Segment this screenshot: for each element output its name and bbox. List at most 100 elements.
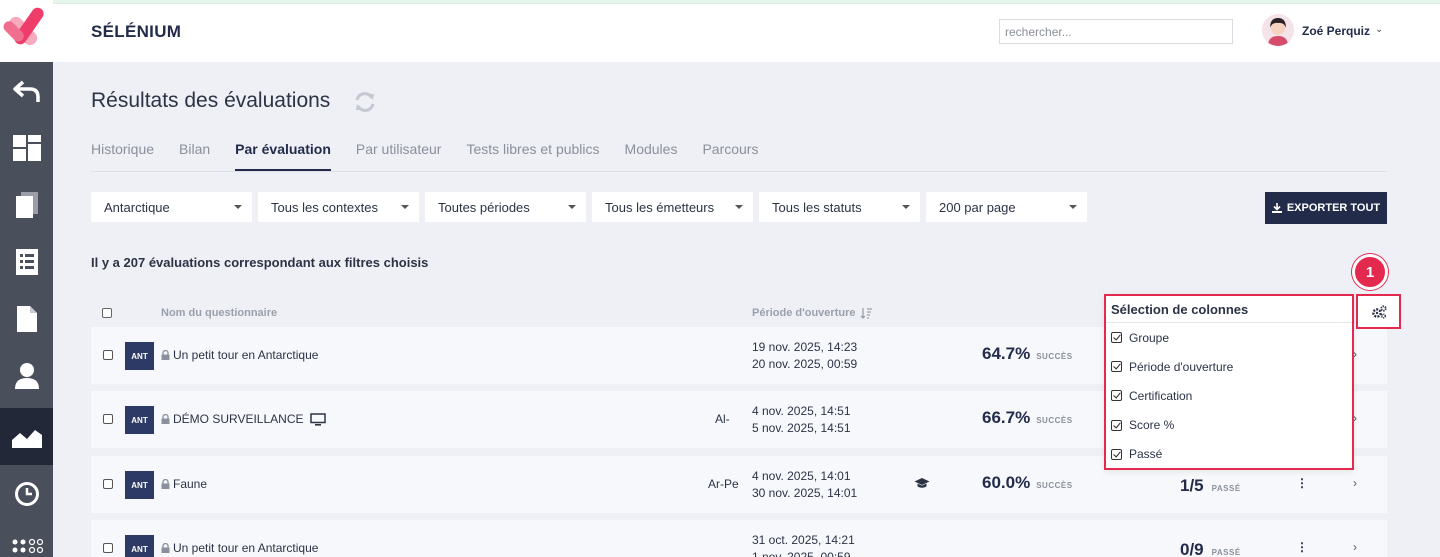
checkbox-checked-icon[interactable]	[1111, 361, 1122, 373]
tab-parcours[interactable]: Parcours	[702, 141, 758, 171]
chevron-right-icon[interactable]: ›	[1353, 476, 1357, 490]
filter-status-select[interactable]: Tous les statuts	[759, 192, 920, 222]
users-nav-item[interactable]	[0, 347, 53, 404]
search-input[interactable]	[999, 19, 1233, 44]
column-settings-button[interactable]	[1356, 294, 1401, 329]
context-badge: ANT	[125, 471, 154, 499]
user-name[interactable]: Zoé Perquiz	[1302, 24, 1370, 38]
monitor-icon	[310, 412, 327, 426]
tab-bilan[interactable]: Bilan	[179, 141, 210, 171]
column-option-certification[interactable]: Certification	[1106, 381, 1352, 410]
context-badge: ANT	[125, 406, 154, 434]
tab-par-utilisateur[interactable]: Par utilisateur	[356, 141, 442, 171]
row-checkbox[interactable]	[103, 414, 113, 424]
score-value: 60.0%	[982, 473, 1031, 492]
column-header-name[interactable]: Nom du questionnaire	[161, 307, 277, 319]
dashboard-icon	[12, 134, 41, 161]
questionnaire-name[interactable]: DÉMO SURVEILLANCE	[161, 412, 327, 426]
filter-value: 200 par page	[939, 199, 1016, 215]
filter-page-size-select[interactable]: 200 par page	[926, 192, 1087, 222]
row-checkbox[interactable]	[103, 479, 113, 489]
score-label: SUCCÈS	[1036, 416, 1073, 425]
sidebar	[0, 0, 53, 557]
checkbox-checked-icon[interactable]	[1111, 332, 1122, 344]
filter-value: Tous les contextes	[271, 199, 378, 215]
export-all-button[interactable]: EXPORTER TOUT	[1265, 192, 1387, 224]
results-nav-item[interactable]	[0, 408, 53, 465]
passed-value: 0/9	[1180, 540, 1204, 557]
tab-historique[interactable]: Historique	[91, 141, 154, 171]
opening-period: 19 nov. 2025, 14:23 20 nov. 2025, 00:59	[752, 339, 857, 373]
column-header-period[interactable]: Période d'ouverture	[752, 307, 873, 319]
questionnaire-title: DÉMO SURVEILLANCE	[173, 412, 304, 426]
chevron-down-icon[interactable]: ⌄	[1375, 24, 1383, 35]
context-badge: ANT	[125, 342, 154, 370]
list-nav-item[interactable]	[0, 233, 53, 290]
passed-count: 1/5 PASSÉ	[1180, 476, 1241, 496]
column-option-label: Groupe	[1129, 330, 1170, 345]
filter-context-select[interactable]: Antarctique	[91, 192, 252, 222]
lock-icon	[161, 414, 170, 424]
passed-label: PASSÉ	[1211, 484, 1241, 493]
questionnaire-title: Un petit tour en Antarctique	[173, 348, 319, 362]
checkbox-checked-icon[interactable]	[1111, 448, 1122, 460]
tab-bar: Historique Bilan Par évaluation Par util…	[91, 141, 783, 171]
score-label: SUCCÈS	[1036, 352, 1073, 361]
questionnaire-name[interactable]: Un petit tour en Antarctique	[161, 348, 318, 362]
tab-modules[interactable]: Modules	[625, 141, 678, 171]
filter-issuers-select[interactable]: Tous les émetteurs	[592, 192, 753, 222]
documents-stack-icon	[15, 191, 38, 218]
more-vertical-icon[interactable]: ⋮	[1296, 476, 1308, 490]
filter-periods-select[interactable]: Toutes périodes	[425, 192, 586, 222]
group-code: Al-	[715, 412, 730, 426]
passed-label: PASSÉ	[1211, 548, 1241, 557]
period-start: 4 nov. 2025, 14:01	[752, 469, 851, 483]
column-selection-panel: Sélection de colonnes Groupe Période d'o…	[1104, 294, 1354, 470]
caret-down-icon	[401, 205, 409, 209]
column-option-periode[interactable]: Période d'ouverture	[1106, 352, 1352, 381]
period-end: 1 nov. 2025, 00:59	[752, 550, 851, 557]
apps-nav-item[interactable]	[0, 522, 53, 557]
passed-value: 1/5	[1180, 476, 1204, 495]
dashboard-nav-item[interactable]	[0, 119, 53, 176]
checkbox-checked-icon[interactable]	[1111, 419, 1122, 431]
apps-grid-icon	[12, 538, 43, 554]
column-option-groupe[interactable]: Groupe	[1106, 323, 1352, 352]
score: 64.7% SUCCÈS	[982, 344, 1073, 364]
row-checkbox[interactable]	[103, 543, 113, 553]
back-nav-item[interactable]	[0, 62, 53, 119]
caret-down-icon	[902, 205, 910, 209]
results-count: Il y a 207 évaluations correspondant aux…	[91, 255, 429, 270]
questionnaire-title: Un petit tour en Antarctique	[173, 541, 319, 555]
row-checkbox[interactable]	[103, 350, 113, 360]
caret-down-icon	[234, 205, 242, 209]
history-nav-item[interactable]	[0, 465, 53, 522]
filter-contexts-select[interactable]: Tous les contextes	[258, 192, 419, 222]
questionnaire-name[interactable]: Un petit tour en Antarctique	[161, 541, 318, 555]
checkbox-checked-icon[interactable]	[1111, 390, 1122, 402]
period-end: 20 nov. 2025, 00:59	[752, 357, 858, 371]
chevron-right-icon[interactable]: ›	[1353, 540, 1357, 554]
column-option-score[interactable]: Score %	[1106, 411, 1352, 440]
opening-period: 31 oct. 2025, 14:21 1 nov. 2025, 00:59	[752, 532, 855, 557]
column-option-passe[interactable]: Passé	[1106, 440, 1352, 469]
select-all-checkbox[interactable]	[102, 308, 112, 318]
lock-icon	[161, 350, 170, 360]
passed-count: 0/9 PASSÉ	[1180, 540, 1241, 557]
area-chart-icon	[11, 429, 42, 448]
tab-par-evaluation[interactable]: Par évaluation	[235, 141, 331, 171]
refresh-icon[interactable]	[353, 90, 377, 114]
column-option-label: Score %	[1129, 418, 1175, 433]
document-nav-item[interactable]	[0, 290, 53, 347]
more-vertical-icon[interactable]: ⋮	[1296, 540, 1308, 554]
avatar[interactable]	[1262, 14, 1294, 46]
table-row[interactable]: ANT Un petit tour en Antarctique 31 oct.…	[91, 520, 1387, 557]
tab-tests-libres[interactable]: Tests libres et publics	[466, 141, 599, 171]
library-nav-item[interactable]	[0, 176, 53, 233]
caret-down-icon	[735, 205, 743, 209]
questionnaire-name[interactable]: Faune	[161, 477, 207, 491]
top-header: SÉLÉNIUM Zoé Perquiz ⌄	[53, 4, 1440, 62]
gears-icon	[1371, 304, 1387, 319]
download-icon	[1271, 203, 1282, 213]
app-logo[interactable]	[0, 0, 53, 62]
